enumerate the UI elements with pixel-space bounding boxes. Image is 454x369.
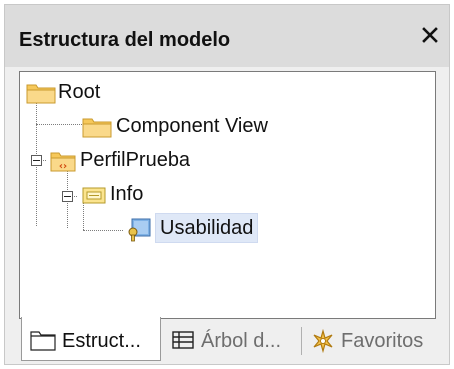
panel-titlebar: Estructura del modelo (5, 5, 449, 67)
close-icon[interactable] (419, 25, 441, 47)
tab-arbol[interactable]: Árbol d... (165, 317, 305, 361)
tree-node-root[interactable]: Root (24, 78, 164, 106)
tree-node-label: Info (110, 183, 144, 205)
favorites-icon (311, 328, 335, 358)
tab-favoritos[interactable]: Favoritos (305, 317, 445, 361)
tree-connector (83, 230, 123, 231)
tab-label: Favoritos (341, 330, 424, 352)
tab-estructura[interactable]: Estruct... (21, 317, 161, 361)
tree-node-component-view[interactable]: Component View (80, 112, 350, 140)
panel-title: Estructura del modelo (19, 29, 231, 51)
package-icon (82, 185, 106, 210)
folder-icon (82, 116, 112, 143)
folder-icon (26, 82, 56, 109)
tab-separator (301, 327, 302, 355)
svg-text:‹›: ‹› (59, 161, 67, 172)
model-tree-panel: Estructura del modelo Root Component Vie… (4, 4, 450, 365)
collapse-icon[interactable] (62, 191, 73, 202)
model-tree[interactable]: Root Component View ‹› PerfilPrueba Info… (19, 71, 436, 319)
tab-label: Árbol d... (201, 330, 282, 352)
tree-node-label: Usabilidad (154, 213, 259, 243)
tree-node-label: Component View (116, 115, 268, 137)
panel-tabs: Estruct... Árbol d... Favoritos (5, 317, 449, 366)
folder-icon (30, 329, 56, 356)
tree-node-perfilprueba[interactable]: ‹› PerfilPrueba (48, 146, 268, 174)
tree-node-info[interactable]: Info (80, 180, 200, 208)
tree-connector (36, 124, 82, 125)
tab-label: Estruct... (62, 330, 141, 352)
collapse-icon[interactable] (31, 155, 42, 166)
tree-icon (171, 329, 195, 356)
stereotype-icon (124, 218, 152, 247)
tree-node-usabilidad[interactable]: Usabilidad (120, 213, 290, 243)
tree-node-label: PerfilPrueba (80, 149, 191, 171)
tree-node-label: Root (58, 81, 101, 103)
profile-package-icon: ‹› (50, 150, 76, 177)
